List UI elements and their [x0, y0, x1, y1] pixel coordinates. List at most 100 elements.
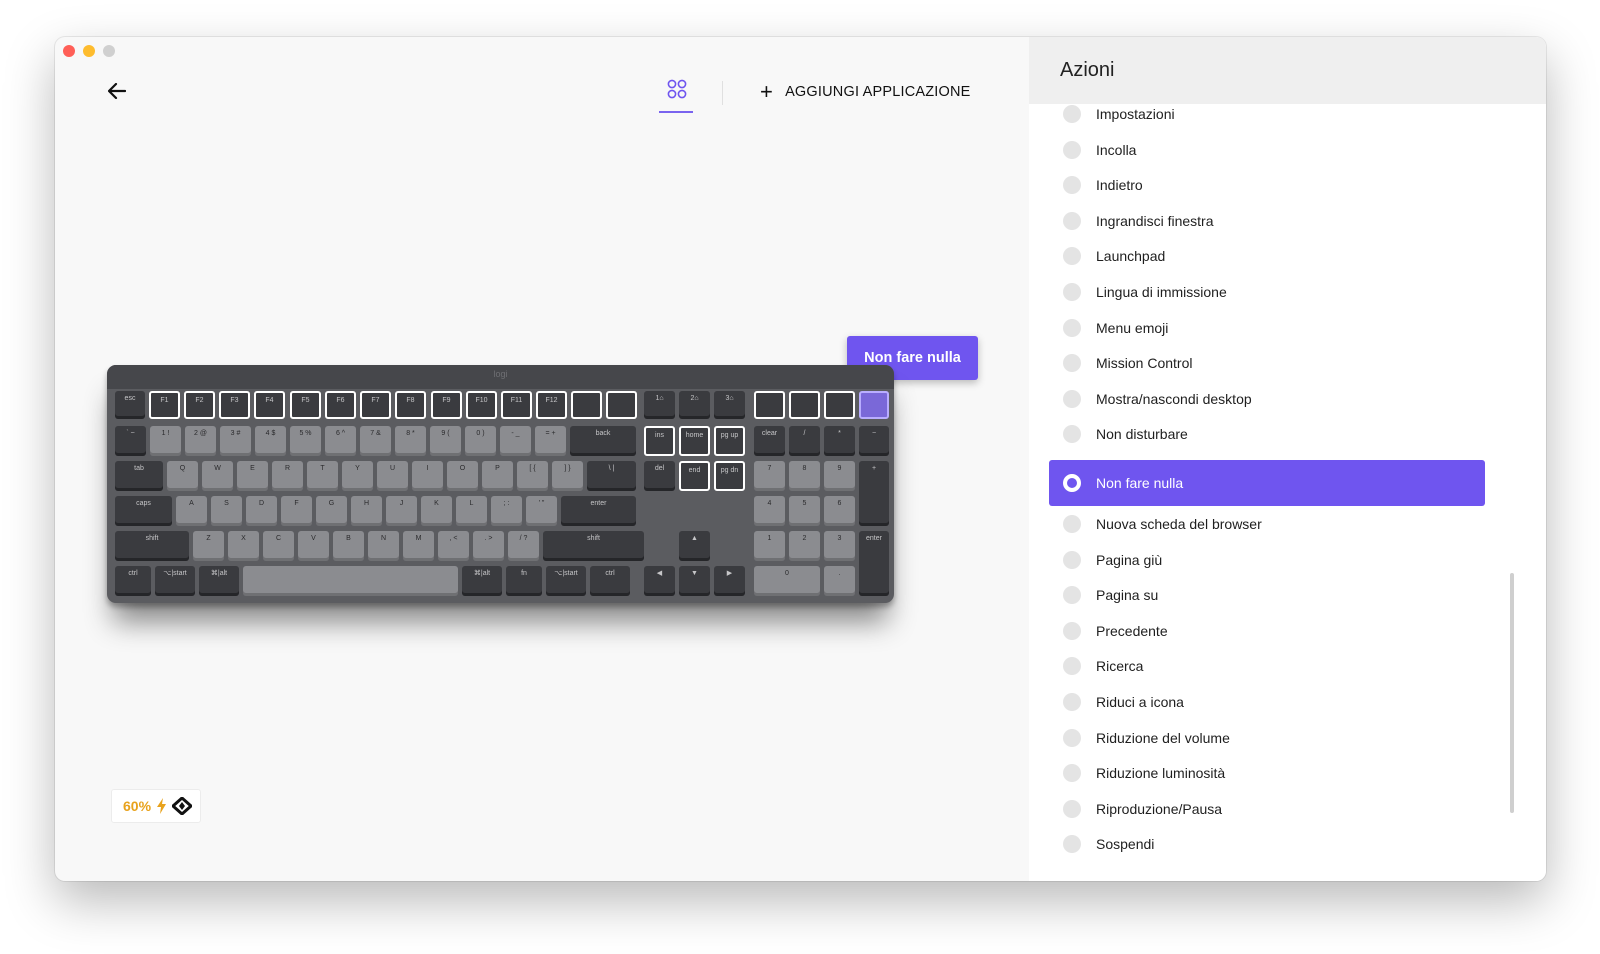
key-f3[interactable]: F3 — [219, 391, 250, 419]
key-fn[interactable]: fn — [506, 566, 542, 596]
key-screenshot[interactable] — [789, 391, 820, 419]
radio-empty-icon[interactable] — [1063, 515, 1081, 533]
key-numpad-0[interactable]: 0 — [754, 566, 820, 596]
minimize-window-button[interactable] — [83, 45, 95, 57]
key-letter[interactable]: L — [456, 496, 487, 526]
action-item[interactable]: Lingua di immissione — [1049, 276, 1485, 308]
key-f11[interactable]: F11 — [501, 391, 532, 419]
key-delete[interactable]: del — [644, 461, 675, 491]
key-letter[interactable]: , < — [438, 531, 469, 561]
key-letter[interactable]: ] } — [552, 461, 583, 491]
key-number[interactable]: 4 $ — [255, 426, 286, 456]
action-item[interactable]: Riproduzione/Pausa — [1049, 793, 1485, 825]
key-mute[interactable] — [571, 391, 602, 419]
action-item[interactable]: Ingrandisci finestra — [1049, 205, 1485, 237]
key-letter[interactable]: S — [211, 496, 242, 526]
key-number[interactable]: 9 ( — [430, 426, 461, 456]
key-letter[interactable]: Y — [342, 461, 373, 491]
action-item[interactable]: Nuova scheda del browser — [1049, 508, 1485, 540]
action-item[interactable]: Launchpad — [1049, 240, 1485, 272]
key-calculator[interactable] — [754, 391, 785, 419]
action-item[interactable]: Riduzione del volume — [1049, 722, 1485, 754]
key-insert[interactable]: ins — [644, 426, 675, 456]
key-esc[interactable]: esc — [115, 391, 145, 419]
back-button[interactable] — [103, 77, 131, 105]
key-left-option[interactable]: ⌥|start — [155, 566, 195, 596]
radio-empty-icon[interactable] — [1063, 247, 1081, 266]
key-caps-lock[interactable]: caps — [115, 496, 172, 526]
key-lock-selected[interactable] — [859, 391, 889, 419]
key-letter[interactable]: H — [351, 496, 382, 526]
key-clear[interactable]: clear — [754, 426, 785, 456]
action-item[interactable]: Precedente — [1049, 615, 1485, 647]
key-f7[interactable]: F7 — [360, 391, 391, 419]
action-item[interactable]: Pagina giù — [1049, 544, 1485, 576]
key-letter[interactable]: R — [272, 461, 303, 491]
key-volume[interactable] — [606, 391, 637, 419]
key-number[interactable]: 5 % — [290, 426, 321, 456]
key-f2[interactable]: F2 — [184, 391, 215, 419]
radio-empty-icon[interactable] — [1063, 389, 1081, 408]
radio-empty-icon[interactable] — [1063, 550, 1081, 569]
key-letter[interactable]: Z — [193, 531, 224, 561]
key-number[interactable]: 3 # — [220, 426, 251, 456]
radio-empty-icon[interactable] — [1063, 586, 1081, 605]
key-letter[interactable]: G — [316, 496, 347, 526]
key-numpad-5[interactable]: 5 — [789, 496, 820, 526]
key-letter[interactable]: M — [403, 531, 434, 561]
key-letter[interactable]: U — [377, 461, 408, 491]
key-numpad-minus[interactable]: − — [859, 426, 889, 456]
key-arrow-right[interactable]: ▶ — [714, 566, 745, 596]
key-right-ctrl[interactable]: ctrl — [590, 566, 630, 596]
key-number[interactable]: = + — [535, 426, 566, 456]
action-item[interactable]: Non fare nulla — [1049, 460, 1485, 506]
key-left-ctrl[interactable]: ctrl — [115, 566, 151, 596]
key-numpad-4[interactable]: 4 — [754, 496, 785, 526]
key-letter[interactable]: O — [447, 461, 478, 491]
key-end[interactable]: end — [679, 461, 710, 491]
radio-empty-icon[interactable] — [1063, 105, 1081, 123]
key-numpad-3[interactable]: 3 — [824, 531, 855, 561]
key-numpad-multiply[interactable]: * — [824, 426, 855, 456]
key-arrow-down[interactable]: ▼ — [679, 566, 710, 596]
action-item[interactable]: Riduzione luminosità — [1049, 757, 1485, 789]
key-letter[interactable]: X — [228, 531, 259, 561]
radio-empty-icon[interactable] — [1063, 318, 1081, 337]
radio-empty-icon[interactable] — [1063, 211, 1081, 230]
radio-empty-icon[interactable] — [1063, 693, 1081, 711]
close-window-button[interactable] — [63, 45, 75, 57]
key-easy-switch-2[interactable]: 2⌂ — [679, 391, 710, 419]
key-letter[interactable]: . > — [473, 531, 504, 561]
key-f6[interactable]: F6 — [325, 391, 356, 419]
key-space[interactable] — [243, 566, 458, 596]
key-number[interactable]: 2 @ — [185, 426, 216, 456]
key-f10[interactable]: F10 — [466, 391, 497, 419]
key-home[interactable]: home — [679, 426, 710, 456]
key-letter[interactable]: T — [307, 461, 338, 491]
key-enter[interactable]: enter — [561, 496, 636, 526]
key-backslash[interactable]: \ | — [587, 461, 636, 491]
key-left-command[interactable]: ⌘|alt — [199, 566, 239, 596]
key-easy-switch-1[interactable]: 1⌂ — [644, 391, 675, 419]
key-f4[interactable]: F4 — [254, 391, 285, 419]
key-letter[interactable]: ; : — [491, 496, 522, 526]
key-right-command[interactable]: ⌘|alt — [462, 566, 502, 596]
action-item[interactable]: Menu emoji — [1049, 312, 1485, 344]
key-numpad-1[interactable]: 1 — [754, 531, 785, 561]
key-letter[interactable]: V — [298, 531, 329, 561]
key-backtick[interactable]: ` ~ — [115, 426, 146, 456]
key-right-option[interactable]: ⌥|start — [546, 566, 586, 596]
key-letter[interactable]: K — [421, 496, 452, 526]
key-left-shift[interactable]: shift — [115, 531, 189, 561]
radio-empty-icon[interactable] — [1063, 621, 1081, 640]
key-number[interactable]: 8 * — [395, 426, 426, 456]
key-letter[interactable]: Q — [167, 461, 198, 491]
key-letter[interactable]: E — [237, 461, 268, 491]
radio-empty-icon[interactable] — [1063, 176, 1081, 195]
radio-empty-icon[interactable] — [1063, 140, 1081, 159]
action-item[interactable]: Incolla — [1049, 134, 1485, 166]
key-letter[interactable]: ' " — [526, 496, 557, 526]
key-f12[interactable]: F12 — [536, 391, 567, 419]
zoom-window-button[interactable] — [103, 45, 115, 57]
key-numpad-2[interactable]: 2 — [789, 531, 820, 561]
